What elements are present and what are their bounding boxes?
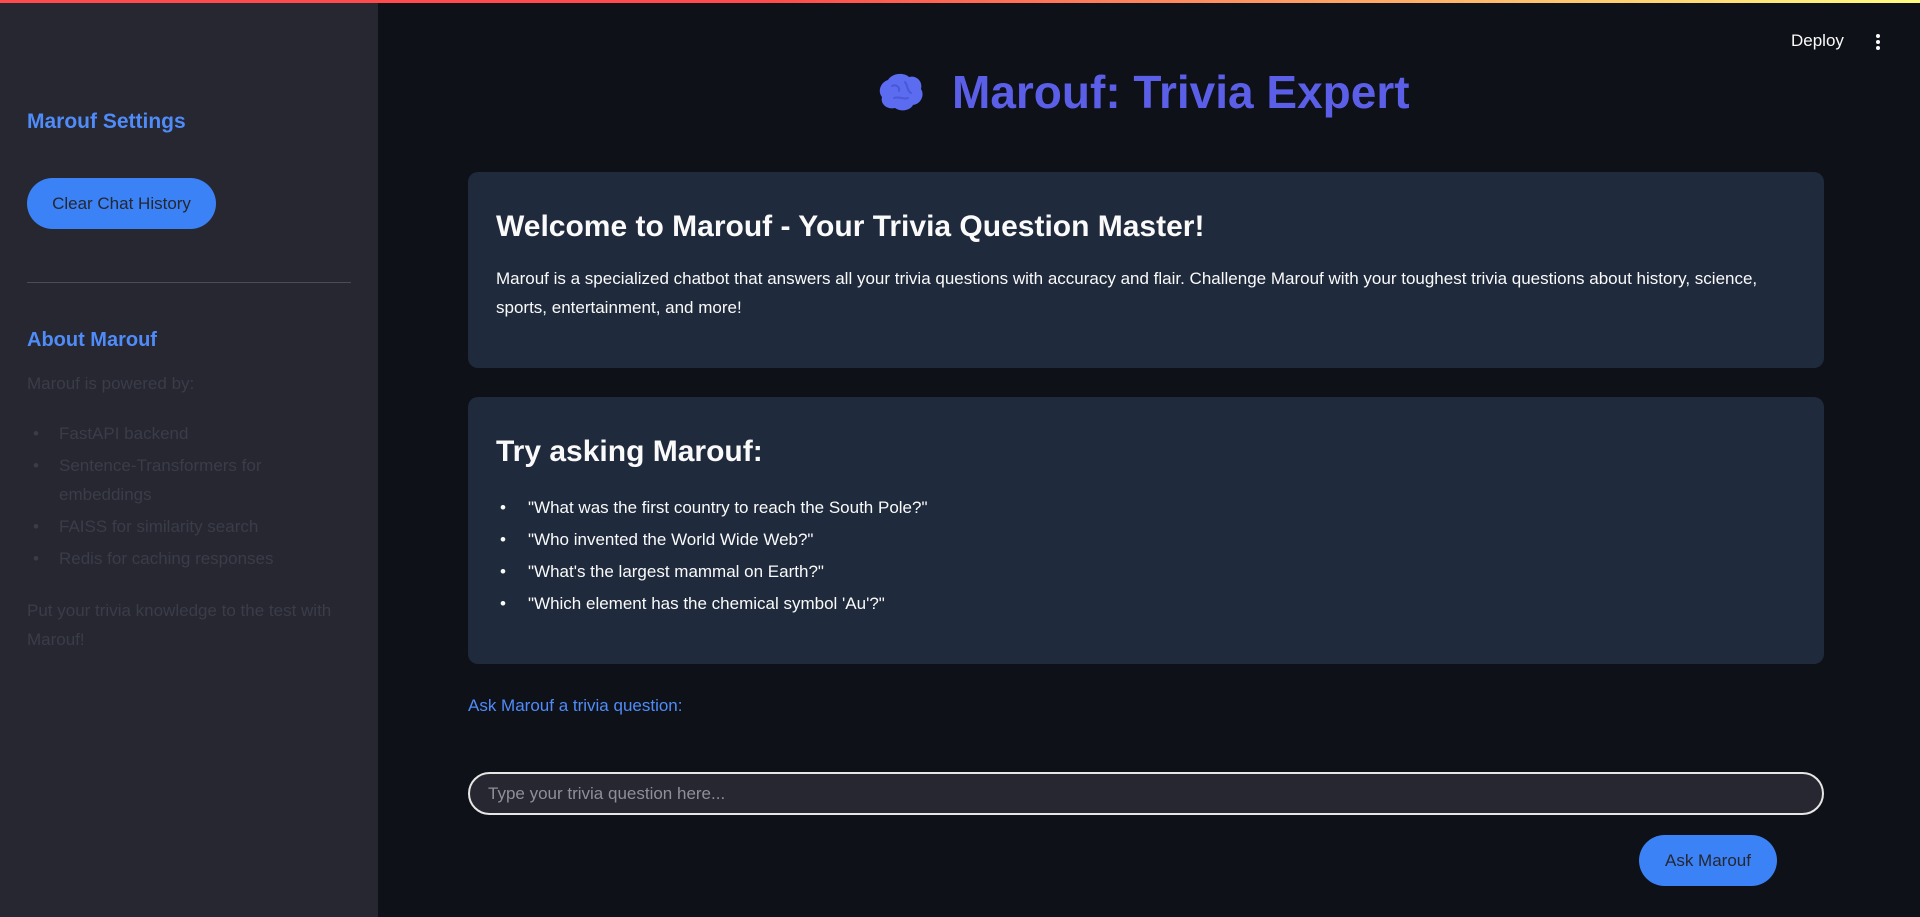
- sidebar: Marouf Settings Clear Chat History About…: [0, 0, 378, 917]
- about-title: About Marouf: [27, 329, 157, 351]
- examples-card: Try asking Marouf: "What was the first c…: [468, 397, 1824, 664]
- example-question: "What's the largest mammal on Earth?": [496, 556, 928, 588]
- menu-dot: [1876, 40, 1880, 44]
- list-item: FastAPI backend: [27, 419, 347, 448]
- menu-dot: [1876, 46, 1880, 50]
- clear-chat-history-button[interactable]: Clear Chat History: [27, 178, 216, 229]
- question-input[interactable]: [468, 772, 1824, 815]
- sidebar-title: Marouf Settings: [27, 110, 186, 133]
- examples-list: "What was the first country to reach the…: [496, 492, 928, 620]
- list-item: Sentence-Transformers for embeddings: [27, 451, 347, 509]
- list-item: Redis for caching responses: [27, 544, 347, 573]
- menu-dot: [1876, 34, 1880, 38]
- example-question: "Who invented the World Wide Web?": [496, 524, 928, 556]
- page-title: Marouf: Trivia Expert: [952, 66, 1410, 118]
- list-item: FAISS for similarity search: [27, 512, 347, 541]
- welcome-card: Welcome to Marouf - Your Trivia Question…: [468, 172, 1824, 368]
- page-title-row: Marouf: Trivia Expert: [878, 62, 1410, 122]
- examples-heading: Try asking Marouf:: [496, 435, 763, 468]
- about-intro: Marouf is powered by:: [27, 374, 195, 393]
- sidebar-divider: [27, 282, 351, 283]
- deploy-button[interactable]: Deploy: [1791, 31, 1844, 51]
- top-decoration-line: [0, 0, 1920, 3]
- about-outro: Put your trivia knowledge to the test wi…: [27, 601, 332, 649]
- ask-marouf-button[interactable]: Ask Marouf: [1639, 835, 1777, 886]
- kebab-menu-icon[interactable]: [1868, 32, 1888, 52]
- brain-icon: [879, 73, 923, 111]
- question-input-label: Ask Marouf a trivia question:: [468, 696, 683, 715]
- example-question: "What was the first country to reach the…: [496, 492, 928, 524]
- about-list: FastAPI backend Sentence-Transformers fo…: [27, 419, 347, 576]
- welcome-body: Marouf is a specialized chatbot that ans…: [496, 269, 1758, 317]
- welcome-heading: Welcome to Marouf - Your Trivia Question…: [496, 210, 1205, 243]
- example-question: "Which element has the chemical symbol '…: [496, 588, 928, 620]
